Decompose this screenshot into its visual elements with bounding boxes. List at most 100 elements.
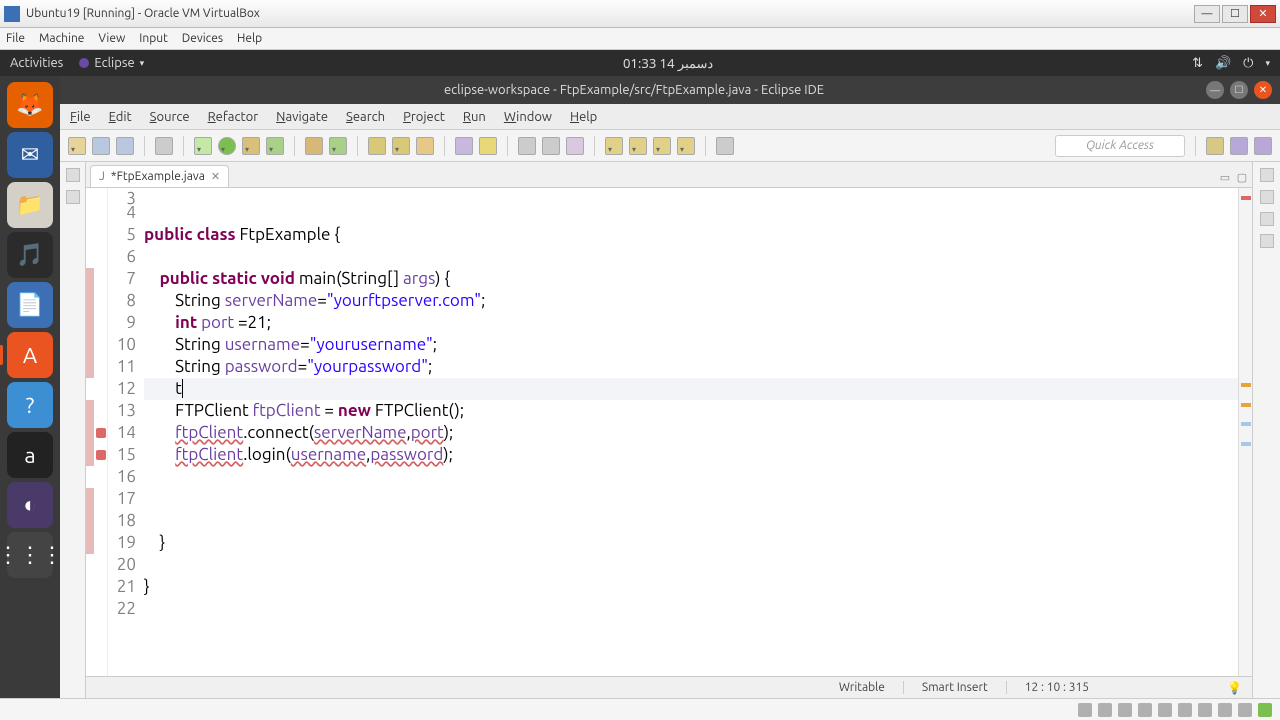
audio-icon[interactable] bbox=[1118, 703, 1132, 717]
virtualbox-icon bbox=[4, 6, 20, 22]
java-perspective-button[interactable] bbox=[1230, 137, 1248, 155]
recording-icon[interactable] bbox=[1218, 703, 1232, 717]
dock-amazon[interactable]: a bbox=[7, 432, 53, 478]
chevron-down-icon[interactable]: ▾ bbox=[1265, 58, 1270, 69]
dock-software[interactable]: A bbox=[7, 332, 53, 378]
virtualbox-menu-bar: File Machine View Input Devices Help bbox=[0, 28, 1280, 50]
virtualbox-status-bar bbox=[0, 698, 1280, 720]
search-button[interactable] bbox=[392, 137, 410, 155]
volume-icon[interactable]: 🔊 bbox=[1215, 56, 1231, 71]
vbox-menu-input[interactable]: Input bbox=[139, 32, 168, 45]
code-editor[interactable]: 345678910111213141516171819202122 import… bbox=[86, 188, 1252, 676]
pin-editor-button[interactable] bbox=[716, 137, 734, 155]
vbox-menu-file[interactable]: File bbox=[6, 32, 25, 45]
dock-firefox[interactable]: 🦊 bbox=[7, 82, 53, 128]
eclipse-menu-refactor[interactable]: Refactor bbox=[208, 110, 259, 124]
network-status-icon[interactable] bbox=[1138, 703, 1152, 717]
dock-eclipse[interactable]: ◐ bbox=[7, 482, 53, 528]
eclipse-menu-run[interactable]: Run bbox=[463, 110, 486, 124]
vbox-menu-help[interactable]: Help bbox=[237, 32, 262, 45]
network-icon[interactable]: ⇅ bbox=[1192, 56, 1203, 71]
usb-icon[interactable] bbox=[1158, 703, 1172, 717]
eclipse-menu-window[interactable]: Window bbox=[504, 110, 552, 124]
eclipse-menu-search[interactable]: Search bbox=[346, 110, 385, 124]
optical-disk-icon[interactable] bbox=[1098, 703, 1112, 717]
minimize-view-button[interactable]: ▭ bbox=[1218, 170, 1232, 184]
overview-ruler[interactable] bbox=[1238, 188, 1252, 676]
status-insert-mode: Smart Insert bbox=[903, 681, 1006, 694]
shared-folder-icon[interactable] bbox=[1178, 703, 1192, 717]
coverage-button[interactable] bbox=[242, 137, 260, 155]
paragraph-button[interactable] bbox=[566, 137, 584, 155]
save-button[interactable] bbox=[92, 137, 110, 155]
open-type-button[interactable] bbox=[368, 137, 386, 155]
eclipse-menu-bar: File Edit Source Refactor Navigate Search Proj… bbox=[60, 104, 1280, 130]
vbox-menu-view[interactable]: View bbox=[98, 32, 125, 45]
eclipse-close-button[interactable]: ✕ bbox=[1254, 81, 1272, 99]
host-key-icon[interactable] bbox=[1258, 703, 1272, 717]
hierarchy-icon[interactable] bbox=[1260, 212, 1274, 226]
toggle-highlight-button[interactable] bbox=[479, 137, 497, 155]
debug-button[interactable] bbox=[194, 137, 212, 155]
java-file-icon: J bbox=[99, 170, 105, 183]
eclipse-status-bar: Writable Smart Insert 12 : 10 : 315 💡 bbox=[86, 676, 1252, 698]
new-class-button[interactable] bbox=[329, 137, 347, 155]
status-writable: Writable bbox=[821, 681, 903, 694]
host-close-button[interactable]: ✕ bbox=[1250, 5, 1276, 23]
annotation-nav-button[interactable] bbox=[605, 137, 623, 155]
external-tools-button[interactable] bbox=[266, 137, 284, 155]
clock[interactable]: 01:33 دسمبر 14 bbox=[623, 54, 713, 72]
open-task-button[interactable] bbox=[416, 137, 434, 155]
dock-thunderbird[interactable]: ✉ bbox=[7, 132, 53, 178]
eclipse-menu-file[interactable]: File bbox=[70, 110, 91, 124]
task-list-icon[interactable] bbox=[1260, 168, 1274, 182]
debug-perspective-button[interactable] bbox=[1254, 137, 1272, 155]
quick-access-input[interactable]: Quick Access bbox=[1055, 135, 1185, 157]
eclipse-menu-navigate[interactable]: Navigate bbox=[276, 110, 328, 124]
maximize-view-button[interactable]: ▢ bbox=[1235, 170, 1249, 184]
tip-icon[interactable]: 💡 bbox=[1227, 681, 1242, 695]
minimap-icon[interactable] bbox=[1260, 234, 1274, 248]
activities-button[interactable]: Activities bbox=[10, 56, 63, 70]
dock-files[interactable]: 📁 bbox=[7, 182, 53, 228]
show-whitespace-button[interactable] bbox=[542, 137, 560, 155]
toggle-mark-button[interactable] bbox=[455, 137, 473, 155]
vbox-menu-machine[interactable]: Machine bbox=[39, 32, 84, 45]
editor-pane: J *FtpExample.java ✕ ▭ ▢ 345678910111213… bbox=[86, 162, 1252, 698]
hard-disk-icon[interactable] bbox=[1078, 703, 1092, 717]
save-all-button[interactable] bbox=[116, 137, 134, 155]
forward-button[interactable] bbox=[677, 137, 695, 155]
host-maximize-button[interactable]: ☐ bbox=[1222, 5, 1248, 23]
ubuntu-dock: 🦊✉📁🎵📄A?a◐⋮⋮⋮ bbox=[0, 76, 60, 698]
cpu-icon[interactable] bbox=[1238, 703, 1252, 717]
outline-icon[interactable] bbox=[66, 190, 80, 204]
perspective-open-button[interactable] bbox=[1206, 137, 1224, 155]
eclipse-menu-help[interactable]: Help bbox=[570, 110, 597, 124]
package-explorer-icon[interactable] bbox=[66, 168, 80, 182]
block-selection-button[interactable] bbox=[518, 137, 536, 155]
run-button[interactable] bbox=[218, 137, 236, 155]
last-edit-button[interactable] bbox=[629, 137, 647, 155]
dock-libreoffice[interactable]: 📄 bbox=[7, 282, 53, 328]
eclipse-menu-edit[interactable]: Edit bbox=[109, 110, 132, 124]
editor-tab[interactable]: J *FtpExample.java ✕ bbox=[90, 165, 229, 187]
dock-apps[interactable]: ⋮⋮⋮ bbox=[7, 532, 53, 578]
gnome-top-bar: Activities Eclipse ▾ 01:33 دسمبر 14 ⇅ 🔊 … bbox=[0, 50, 1280, 76]
eclipse-menu-source[interactable]: Source bbox=[150, 110, 190, 124]
new-button[interactable] bbox=[68, 137, 86, 155]
toggle-comment-button[interactable] bbox=[155, 137, 173, 155]
eclipse-menu-project[interactable]: Project bbox=[403, 110, 445, 124]
eclipse-maximize-button[interactable]: ☐ bbox=[1230, 81, 1248, 99]
eclipse-minimize-button[interactable]: — bbox=[1206, 81, 1224, 99]
power-icon[interactable]: ⏻ bbox=[1243, 56, 1253, 71]
back-button[interactable] bbox=[653, 137, 671, 155]
dock-help[interactable]: ? bbox=[7, 382, 53, 428]
new-package-button[interactable] bbox=[305, 137, 323, 155]
outline-view-icon[interactable] bbox=[1260, 190, 1274, 204]
app-menu[interactable]: Eclipse ▾ bbox=[79, 56, 144, 70]
vbox-menu-devices[interactable]: Devices bbox=[182, 32, 223, 45]
host-minimize-button[interactable]: — bbox=[1194, 5, 1220, 23]
tab-close-button[interactable]: ✕ bbox=[211, 170, 220, 183]
display-icon[interactable] bbox=[1198, 703, 1212, 717]
dock-rhythmbox[interactable]: 🎵 bbox=[7, 232, 53, 278]
